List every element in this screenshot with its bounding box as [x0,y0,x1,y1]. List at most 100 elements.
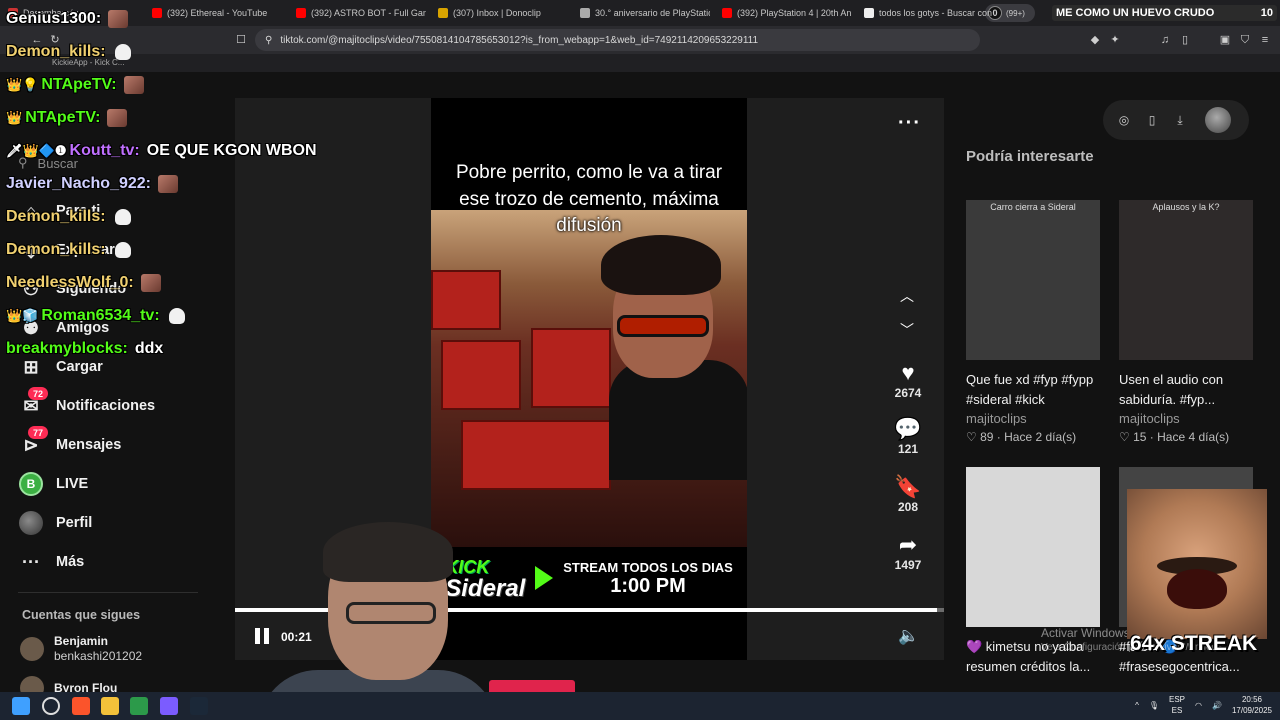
sidebar-item-live[interactable]: B LIVE [18,471,88,497]
suggested-video-card[interactable]: Aplausos y la K? Usen el audio con sabidu… [1119,200,1253,444]
emote-icon [140,274,161,292]
following-title: Cuentas que sigues [22,608,141,622]
following-account[interactable]: Benjamin benkashi201202 [20,634,142,663]
windows-start-icon[interactable] [12,697,30,715]
video-thumbnail [966,467,1100,627]
menu-icon[interactable]: ≡ [1258,33,1272,47]
download-icon[interactable]: ⤓ [1173,113,1187,127]
language-indicator[interactable]: ESP ES [1169,694,1185,716]
tray-chevron-icon[interactable]: ^ [1135,701,1139,710]
bookmark-bar: KickieApp - Kick C... [0,54,1280,72]
tab-favicon-icon [722,8,732,18]
thumbnail-text: Carro cierra a Sideral [990,202,1076,212]
emote-icon [157,175,178,193]
chat-badges: 👑🧊 [6,308,39,323]
chat-username: Genius1300: [6,10,102,27]
tab-favicon-icon [296,8,306,18]
browser-tab[interactable]: 30.° aniversario de PlayStation [580,3,710,23]
folder-icon[interactable] [101,697,119,715]
chat-username: Demon_kills: [6,43,106,60]
chat-badges: 🗡👑🔷❶ [6,143,67,158]
device-icon[interactable]: ▯ [1145,113,1159,127]
chevron-down-icon[interactable]: ﹀ [900,320,914,340]
suggested-video-card[interactable]: Carro cierra a Sideral Que fue xd #fyp #f… [966,200,1100,444]
bookmark-star-icon[interactable]: ☐ [234,33,248,47]
sidebar-item-notificaciones[interactable]: ✉ 72 Notificaciones [18,387,155,419]
discord-icon[interactable] [160,697,178,715]
chat-message: breakmyblocks: ddx [6,338,163,360]
tab-label: (307) Inbox | Donoclip [453,8,541,18]
app-icon[interactable] [130,697,148,715]
heart-button[interactable]: ♥ 2674 [885,360,931,400]
sidebar-item-mensajes[interactable]: ⊳ 77 Mensajes [18,426,121,458]
message-icon: ⊳ 77 [18,426,48,458]
search-icon[interactable] [42,697,60,715]
sidebar-item-m-s[interactable]: ··· Más [18,549,84,575]
browser-tab[interactable]: (307) Inbox | Donoclip [438,3,568,23]
chat-badges: 👑💡 [6,77,39,92]
user-avatar[interactable] [1205,107,1231,133]
person-hair [601,235,721,295]
wifi-icon[interactable]: ◠ [1195,701,1202,710]
meme-image [1127,489,1267,639]
bookmark-button[interactable]: 🔖 208 [885,474,931,514]
banner-line2: 1:00 PM [610,574,686,597]
extension-count: (99+) [1006,8,1025,18]
chat-message: Javier_Nacho_922: [6,173,178,195]
chevron-up-icon[interactable]: ︿ [900,286,914,306]
bookmark-icon: 🔖 [894,474,922,499]
chat-username: breakmyblocks: [6,340,128,357]
puzzle-icon[interactable]: ✦ [1108,33,1122,47]
chat-username: NeedlessWolf_0: [6,274,134,291]
sidebar-toggle-icon[interactable]: ▯ [1178,33,1192,47]
tab-favicon-icon [438,8,448,18]
share-icon: ➦ [898,532,918,557]
more-options-icon[interactable]: ··· [898,112,921,135]
steam-icon[interactable] [190,697,208,715]
mic-icon[interactable]: 🎙 [1149,701,1159,710]
wallet-icon[interactable]: ▣ [1218,33,1232,47]
share-button[interactable]: ➦ 1497 [885,532,931,572]
cam-hair [323,522,453,582]
tab-favicon-icon [864,8,874,18]
coin-icon[interactable]: ◎ [1117,113,1131,127]
brave-icon[interactable] [72,697,90,715]
video-thumbnail: Aplausos y la K? [1119,200,1253,360]
browser-tab[interactable]: (392) PlayStation 4 | 20th Anni [722,3,852,23]
sidebar-item-label: Más [56,554,85,570]
clock-time: 20:56 [1241,695,1262,704]
lang-code: ESP [1168,695,1185,704]
extension-icon[interactable]: ◆ [1088,33,1102,47]
video-caption: Pobre perrito, como le va a tirar ese tr… [455,162,723,236]
volume-icon[interactable]: 🔊 [1212,701,1222,710]
separator: · [1146,430,1158,444]
sidebar-item-perfil[interactable]: Perfil [18,510,92,536]
taskbar: ^ 🎙 ESP ES ◠ 🔊 20:56 17/09/2025 [0,692,1280,720]
stream-title: ME COMO UN HUEVO CRUDO [1056,7,1215,19]
site-info-icon[interactable]: ⚲ [265,35,272,46]
red-tab[interactable] [489,680,575,692]
url-field[interactable]: ⚲ tiktok.com/@majitoclips/video/75508141… [255,29,980,51]
browser-tab[interactable]: (392) ASTRO BOT - Full Game [296,3,426,23]
chat-message: Demon_kills: [6,41,131,63]
music-icon[interactable]: ♫ [1158,33,1172,47]
chat-message: 👑🧊 Roman6534_tv: [6,305,185,327]
ghost-emote-icon [168,308,185,324]
cam-glasses [346,602,436,624]
brick [431,270,501,330]
chat-text: ddx [134,340,164,357]
shield-icon[interactable]: ⛉ [1238,33,1252,47]
brick [531,328,611,408]
clock[interactable]: 20:56 17/09/2025 [1232,694,1272,716]
banner-line1: STREAM TODOS LOS DIAS [563,559,733,575]
chat-message: 👑 NTApeTV: [6,107,128,129]
sidebar-item-label: LIVE [56,476,89,492]
action-count: 208 [897,500,919,514]
chat-username: Roman6534_tv: [41,307,160,324]
volume-icon[interactable]: 🔈 [898,626,919,646]
comment-button[interactable]: 💬 121 [885,416,931,456]
ghost-emote-icon [114,209,131,225]
browser-tab[interactable]: (392) Ethereal - YouTube [152,3,282,23]
browser-tab-bar: 0 (99+) ME COMO UN HUEVO CRUDO 10 Desemb… [0,0,1280,26]
browser-tab[interactable]: todos los gotys - Buscar con [864,3,994,23]
